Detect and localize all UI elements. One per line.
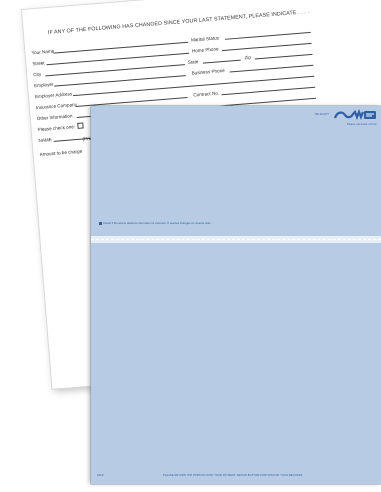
label-please-check-one: Please check one:	[37, 123, 76, 132]
label-contract-no: Contract No.	[193, 90, 220, 98]
check-stock-sheet: BE ACCPT Please see back of form Check i…	[91, 106, 381, 484]
address-note-text: Check if the above address information i…	[103, 221, 212, 225]
label-marital-status: Marital Status	[190, 34, 220, 43]
label-employer: Employer	[33, 81, 54, 88]
label-other-information: Other Information	[36, 112, 73, 121]
top-right-code: BE ACCPT	[315, 113, 329, 116]
label-employer-address: Employer Address	[34, 90, 73, 99]
address-change-note: Check if the above address information i…	[99, 221, 211, 225]
label-street: Street	[32, 59, 45, 66]
label-zip: Zip	[244, 54, 252, 60]
bottom-form-code: 24CC	[97, 474, 104, 477]
label-home-phone: Home Phone	[191, 45, 219, 54]
label-state: State	[187, 58, 199, 65]
bottom-instruction: PLEASE RETURN TOP PORTION WITH YOUR PAYM…	[163, 474, 303, 477]
company-logo-icon	[333, 109, 376, 120]
top-right-subtext: Please see back of form	[346, 123, 377, 126]
document-photo: IF ANY OF THE FOLLOWING HAS CHANGED SINC…	[0, 0, 381, 492]
label-your-name: Your Name	[31, 48, 55, 55]
label-name: NAME	[38, 136, 52, 143]
perforation-line	[91, 239, 381, 240]
label-business-phone: Business Phone	[191, 67, 225, 76]
checkbox-icon[interactable]	[99, 221, 102, 225]
label-city: City	[33, 71, 42, 77]
checkbox-icon[interactable]	[75, 122, 84, 129]
label-insurance-company: Insurance Company	[35, 101, 78, 110]
label-amount: Amount to be charge	[39, 148, 83, 157]
